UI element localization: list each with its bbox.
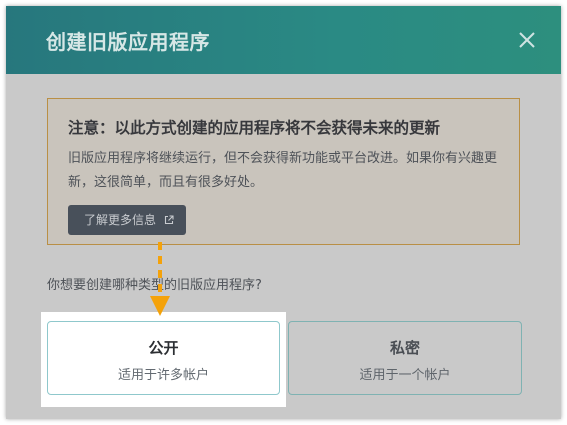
public-option-description: 适用于许多帐户: [117, 368, 209, 383]
external-link-icon: [164, 206, 174, 236]
pointer-arrow-icon: [147, 240, 173, 324]
deprecation-notice: 注意：以此方式创建的应用程序将不会获得未来的更新 旧版应用程序将继续运行，但不会…: [47, 98, 520, 245]
notice-title: 注意：以此方式创建的应用程序将不会获得未来的更新: [68, 119, 441, 137]
notice-body: 旧版应用程序将继续运行，但不会获得新功能或平台改进。如果你有兴趣更新，这很简单，…: [68, 151, 498, 190]
private-option-description: 适用于一个帐户: [359, 368, 451, 383]
close-icon[interactable]: [515, 28, 539, 52]
legacy-app-dialog: 创建旧版应用程序 注意：以此方式创建的应用程序将不会获得未来的更新 旧版应用程序…: [6, 6, 561, 419]
dialog-title: 创建旧版应用程序: [46, 30, 210, 54]
public-option-label: 公开: [148, 339, 179, 357]
dialog-header: 创建旧版应用程序: [6, 6, 561, 74]
private-option-label: 私密: [389, 339, 420, 357]
learn-more-button[interactable]: 了解更多信息: [68, 205, 186, 235]
public-option-card[interactable]: 公开 适用于许多帐户: [47, 321, 280, 395]
private-option-card[interactable]: 私密 适用于一个帐户: [288, 321, 522, 395]
learn-more-label: 了解更多信息: [84, 213, 157, 227]
